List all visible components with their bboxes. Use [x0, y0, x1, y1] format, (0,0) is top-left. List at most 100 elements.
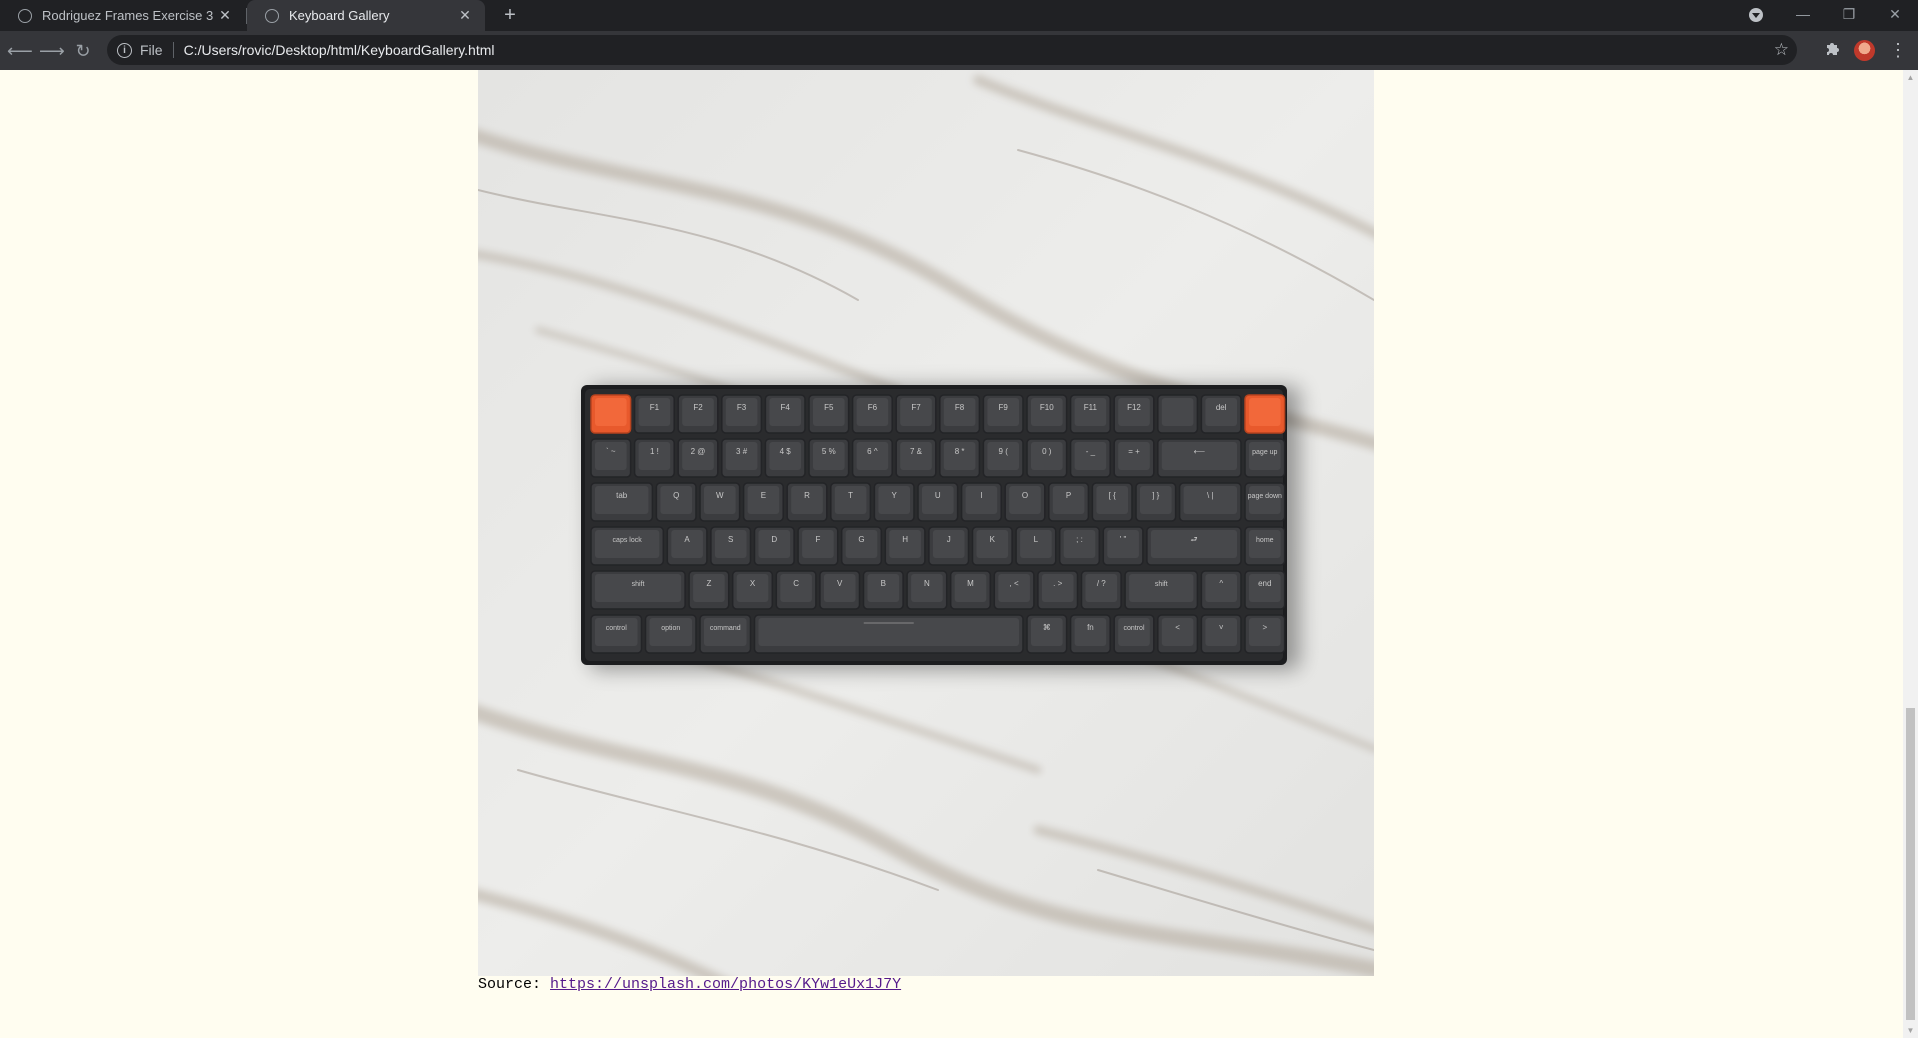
browser-toolbar: ⟵ ⟶ ↻ i File C:/Users/rovic/Desktop/html…: [0, 31, 1918, 70]
forward-button[interactable]: ⟶: [39, 39, 65, 63]
key-label: G: [858, 535, 864, 544]
keycap-top: [1118, 618, 1150, 646]
keycap-top: [595, 398, 627, 426]
key-label: [ {: [1109, 491, 1116, 500]
url-text[interactable]: C:/Users/rovic/Desktop/html/KeyboardGall…: [184, 42, 495, 58]
key-label: F4: [781, 403, 791, 412]
key-label: P: [1066, 491, 1071, 500]
key-label: shift: [632, 581, 645, 588]
avatar[interactable]: [1854, 40, 1875, 61]
key-label: F12: [1127, 403, 1141, 412]
close-icon[interactable]: ✕: [217, 7, 233, 24]
key-label: ] }: [1152, 491, 1159, 500]
key-label: 4 $: [780, 447, 792, 456]
key-label: >: [1262, 623, 1267, 632]
scheme-label: File: [140, 42, 163, 58]
key-label: home: [1256, 537, 1274, 544]
key-label: 5 %: [822, 447, 836, 456]
key-label: Y: [892, 491, 898, 500]
keycap-top: [595, 574, 682, 602]
key-label: ^: [1219, 579, 1223, 588]
vertical-scrollbar[interactable]: ▲ ▼: [1903, 70, 1918, 1038]
minimize-button[interactable]: —: [1780, 0, 1826, 31]
key-label: F: [815, 535, 820, 544]
key-label: 9 (: [999, 447, 1009, 456]
keyboard-photo: F1 F2 F3 F4 F5 F6 F7 F8 F9 F10 F11 F12 del ` ~ 1 ! 2 @ 3…: [478, 70, 1374, 976]
key-label: control: [606, 625, 627, 632]
key-label: ⌘: [1043, 623, 1051, 632]
keycap-top: [758, 618, 1019, 646]
reload-button[interactable]: ↻: [71, 39, 95, 63]
key-label: N: [924, 579, 930, 588]
key-label: 3 #: [736, 447, 748, 456]
key-label: = +: [1128, 447, 1140, 456]
kebab-menu-icon[interactable]: ⋮: [1889, 37, 1907, 63]
key-label: V: [837, 579, 843, 588]
key-label: F6: [868, 403, 878, 412]
keycap-top: [1249, 486, 1281, 514]
scrollbar-thumb[interactable]: [1906, 708, 1915, 1020]
key-label: S: [728, 535, 733, 544]
scroll-up-arrow-icon[interactable]: ▲: [1903, 70, 1918, 85]
key-label: L: [1034, 535, 1039, 544]
tab-title: Keyboard Gallery: [289, 8, 390, 23]
key-label: B: [881, 579, 886, 588]
close-icon[interactable]: ✕: [457, 7, 473, 24]
address-bar[interactable]: i File C:/Users/rovic/Desktop/html/Keybo…: [107, 35, 1797, 65]
key-label: control: [1123, 625, 1144, 632]
key-label: Z: [706, 579, 711, 588]
tab-search-icon[interactable]: [1749, 8, 1763, 22]
key-label: F5: [824, 403, 834, 412]
key-label: F3: [737, 403, 747, 412]
tab-rodriguez-frames[interactable]: Rodriguez Frames Exercise 3 ✕: [0, 0, 245, 31]
key-label: A: [684, 535, 690, 544]
tab-title: Rodriguez Frames Exercise 3: [42, 8, 214, 23]
tab-keyboard-gallery[interactable]: Keyboard Gallery ✕: [247, 0, 485, 31]
keycap-top: [1249, 442, 1281, 470]
key-label: . >: [1053, 579, 1062, 588]
key-label: W: [716, 491, 724, 500]
key-label: F2: [693, 403, 703, 412]
key-label: fn: [1087, 623, 1094, 632]
key-label: J: [947, 535, 951, 544]
info-icon[interactable]: i: [117, 42, 132, 58]
key-label: E: [761, 491, 766, 500]
new-tab-button[interactable]: +: [498, 3, 522, 27]
bookmark-star-icon[interactable]: ☆: [1774, 40, 1789, 60]
key-label: F9: [999, 403, 1009, 412]
key-label: 2 @: [691, 447, 706, 456]
page-viewport: F1 F2 F3 F4 F5 F6 F7 F8 F9 F10 F11 F12 del ` ~ 1 ! 2 @ 3…: [0, 70, 1903, 1038]
key-label: Q: [673, 491, 679, 500]
key-label: I: [980, 491, 982, 500]
keycap-top: [595, 618, 638, 646]
key-label: end: [1258, 579, 1271, 588]
keycap-top: [1161, 398, 1194, 426]
key-label: shift: [1155, 581, 1168, 588]
marble-keyboard-image: F1 F2 F3 F4 F5 F6 F7 F8 F9 F10 F11 F12 del ` ~ 1 ! 2 @ 3…: [478, 70, 1374, 976]
scroll-down-arrow-icon[interactable]: ▼: [1903, 1023, 1918, 1038]
extensions-icon[interactable]: [1825, 40, 1841, 56]
key-label: T: [848, 491, 853, 500]
key-label: , <: [1010, 579, 1019, 588]
restore-button[interactable]: ❐: [1826, 0, 1872, 31]
key-label: <: [1175, 623, 1180, 632]
keycap-top: [649, 618, 692, 646]
close-window-button[interactable]: ✕: [1872, 0, 1918, 31]
keycap-top: [1249, 530, 1281, 558]
key-label: page up: [1252, 449, 1277, 456]
globe-icon: [265, 8, 279, 23]
tab-strip: Rodriguez Frames Exercise 3 ✕ Keyboard G…: [0, 0, 1918, 31]
key-label: 6 ^: [867, 447, 878, 456]
key-label: ; :: [1076, 535, 1083, 544]
key-label: - _: [1086, 447, 1096, 456]
key-label: ` ~: [606, 447, 616, 456]
key-label: 0 ): [1042, 447, 1052, 456]
key-label: X: [750, 579, 756, 588]
key-label: del: [1216, 403, 1227, 412]
source-link[interactable]: https://unsplash.com/photos/KYw1eUx1J7Y: [550, 976, 901, 993]
keycap-top: [704, 618, 747, 646]
key-label: ˅: [1219, 623, 1224, 632]
back-button[interactable]: ⟵: [7, 39, 33, 63]
key-label: R: [804, 491, 810, 500]
divider: [172, 42, 174, 58]
